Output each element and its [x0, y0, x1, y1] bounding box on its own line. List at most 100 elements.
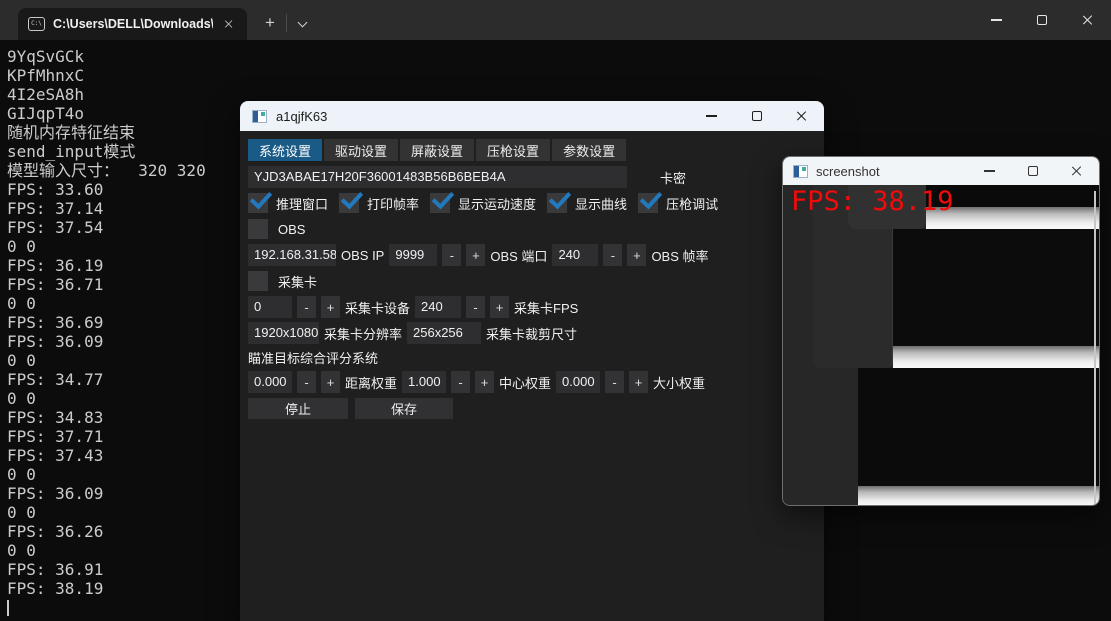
minimize-button[interactable] [689, 101, 734, 131]
close-button[interactable] [1065, 0, 1111, 40]
obs-fps-plus-button[interactable]: + [627, 244, 646, 266]
screenshot-caption-buttons [967, 157, 1099, 185]
checkbox-group: 显示曲线 [547, 193, 627, 213]
close-icon [224, 19, 234, 29]
action-buttons-row: 停止 保存 [248, 397, 824, 419]
screenshot-canvas: FPS: 38.19 [783, 185, 1099, 506]
minimize-button[interactable] [973, 0, 1019, 40]
obs-fps-input[interactable]: 240 [552, 244, 598, 266]
distance-weight-input[interactable]: 0.000 [248, 371, 292, 393]
center-weight-label: 中心权重 [499, 373, 551, 392]
capture-crop-input[interactable]: 256x256 [407, 322, 481, 344]
capture-resolution-row: 1920x1080 采集卡分辨率 256x256 采集卡裁剪尺寸 [248, 322, 824, 344]
obs-checkbox[interactable] [248, 219, 268, 239]
checkbox-group: 推理窗口 [248, 193, 328, 213]
card-key-input[interactable]: YJD3ABAE17H20F36001483B56B6BEB4A [248, 166, 627, 188]
distance-weight-label: 距离权重 [345, 373, 397, 392]
center-weight-input[interactable]: 1.000 [402, 371, 446, 393]
maximize-icon [1037, 15, 1047, 25]
minimize-icon [706, 115, 717, 116]
center-weight-minus-button[interactable]: - [451, 371, 470, 393]
capture-device-plus-button[interactable]: + [321, 296, 340, 318]
obs-port-minus-button[interactable]: - [442, 244, 461, 266]
distance-weight-minus-button[interactable]: - [297, 371, 316, 393]
terminal-cursor [7, 600, 9, 616]
app-window-icon [252, 110, 267, 123]
center-weight-plus-button[interactable]: + [475, 371, 494, 393]
captured-black-panel [893, 229, 1099, 346]
capture-fps-label: 采集卡FPS [514, 298, 578, 317]
terminal-caption-buttons [973, 0, 1111, 40]
tab-system-settings[interactable]: 系统设置 [248, 139, 322, 161]
show-curve-checkbox[interactable] [547, 193, 567, 213]
maximize-button[interactable] [1019, 0, 1065, 40]
capture-card-checkbox[interactable] [248, 271, 268, 291]
close-button[interactable] [1055, 157, 1099, 185]
new-tab-button[interactable]: + [258, 12, 282, 36]
fps-overlay-text: FPS: 38.19 [791, 186, 954, 217]
close-button[interactable] [779, 101, 824, 131]
weights-row: 0.000 - + 距离权重 1.000 - + 中心权重 0.000 - + … [248, 371, 824, 393]
capture-resolution-label: 采集卡分辨率 [324, 324, 402, 343]
show-motion-speed-checkbox[interactable] [430, 193, 450, 213]
capture-device-minus-button[interactable]: - [297, 296, 316, 318]
dialog-content: 系统设置 驱动设置 屏蔽设置 压枪设置 参数设置 YJD3ABAE17H20F3… [240, 131, 824, 419]
tab-param-settings[interactable]: 参数设置 [552, 139, 626, 161]
maximize-icon [752, 111, 762, 121]
capture-card-checkbox-row: 采集卡 [248, 270, 824, 292]
capture-device-label: 采集卡设备 [345, 298, 410, 317]
tab-close-button[interactable] [221, 16, 237, 32]
obs-port-input[interactable]: 9999 [389, 244, 437, 266]
obs-ip-input[interactable]: 192.168.31.58 [248, 244, 336, 266]
scoring-section-title: 瞄准目标综合评分系统 [248, 348, 824, 364]
obs-fps-label: OBS 帧率 [651, 246, 708, 265]
obs-fps-minus-button[interactable]: - [603, 244, 622, 266]
size-weight-input[interactable]: 0.000 [556, 371, 600, 393]
app-window-icon [793, 165, 808, 178]
tab-mask-settings[interactable]: 屏蔽设置 [400, 139, 474, 161]
capture-fps-minus-button[interactable]: - [466, 296, 485, 318]
captured-black-panel [858, 368, 1099, 486]
tabbar-divider [286, 14, 287, 32]
captured-titlebar-strip [858, 486, 1099, 506]
capture-fps-input[interactable]: 240 [415, 296, 461, 318]
maximize-button[interactable] [1011, 157, 1055, 185]
distance-weight-plus-button[interactable]: + [321, 371, 340, 393]
checkbox-label: 打印帧率 [367, 194, 419, 213]
obs-port-plus-button[interactable]: + [466, 244, 485, 266]
tab-driver-settings[interactable]: 驱动设置 [324, 139, 398, 161]
dialog-title: a1qjfK63 [276, 109, 689, 124]
capture-card-label: 采集卡 [278, 272, 317, 291]
stop-button[interactable]: 停止 [248, 398, 348, 419]
minimize-icon [991, 19, 1002, 20]
obs-ip-label: OBS IP [341, 248, 384, 263]
close-icon [1071, 165, 1083, 177]
checkbox-group: 显示运动速度 [430, 193, 536, 213]
checkbox-group: 打印帧率 [339, 193, 419, 213]
obs-port-label: OBS 端口 [490, 246, 547, 265]
save-button[interactable]: 保存 [355, 398, 453, 419]
option-checkbox-row: 推理窗口 打印帧率 显示运动速度 显示曲线 压枪调试 [248, 192, 824, 214]
size-weight-plus-button[interactable]: + [629, 371, 648, 393]
infer-window-checkbox[interactable] [248, 193, 268, 213]
capture-resolution-input[interactable]: 1920x1080 [248, 322, 319, 344]
tab-recoil-settings[interactable]: 压枪设置 [476, 139, 550, 161]
minimize-button[interactable] [967, 157, 1011, 185]
screenshot-titlebar[interactable]: screenshot [783, 157, 1099, 185]
size-weight-label: 大小权重 [653, 373, 705, 392]
terminal-tab[interactable]: C:\ C:\Users\DELL\Downloads\Co [18, 8, 247, 40]
maximize-button[interactable] [734, 101, 779, 131]
capture-fps-plus-button[interactable]: + [490, 296, 509, 318]
recoil-debug-checkbox[interactable] [638, 193, 658, 213]
close-icon [1082, 14, 1094, 26]
checkbox-label: 推理窗口 [276, 194, 328, 213]
dialog-titlebar[interactable]: a1qjfK63 [240, 101, 824, 131]
size-weight-minus-button[interactable]: - [605, 371, 624, 393]
tab-dropdown-button[interactable] [292, 16, 312, 32]
console-icon: C:\ [28, 17, 45, 31]
capture-device-input[interactable]: 0 [248, 296, 292, 318]
print-fps-checkbox[interactable] [339, 193, 359, 213]
captured-titlebar-strip [893, 346, 1099, 368]
captured-scrollbar-line [1094, 191, 1096, 506]
screenshot-window: screenshot FPS: 38.19 [782, 156, 1100, 506]
